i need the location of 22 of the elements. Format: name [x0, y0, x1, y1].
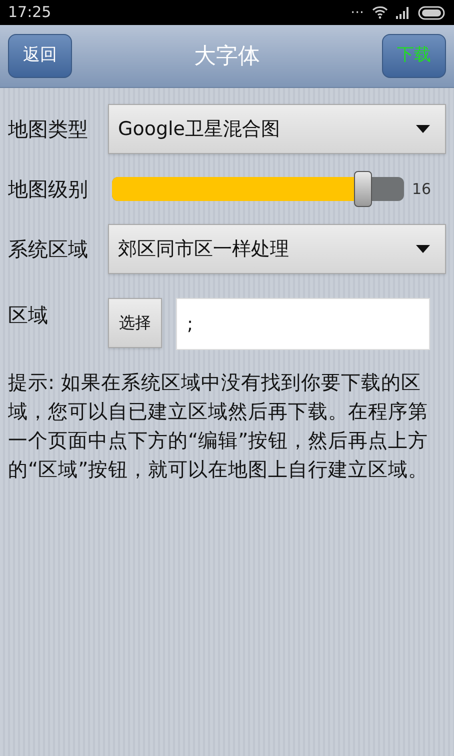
dropdown-arrow-icon — [416, 125, 430, 133]
system-area-dropdown[interactable]: 郊区同市区一样处理 — [108, 224, 446, 274]
signal-icon — [396, 6, 410, 18]
slider-thumb[interactable] — [354, 171, 372, 207]
status-dots: ... — [350, 2, 364, 16]
field-label: 地图类型 — [8, 116, 89, 143]
level-reading: 16 — [412, 178, 432, 200]
wifi-icon — [372, 6, 388, 19]
dropdown-value: Google卫星混合图 — [118, 116, 282, 142]
map-type-dropdown[interactable]: Google卫星混合图 — [108, 104, 446, 154]
hint-text: 提示: 如果在系统区域中没有找到你要下载的区域，您可以自已建立区域然后再下载。在程序第一个页面中点下方的“编辑”按钮，然后再点上方的“区域”按钮，就可以在地图上自行建立区域。 — [8, 370, 430, 483]
battery-icon — [418, 6, 446, 20]
select-button[interactable]: 选择 — [108, 298, 162, 348]
area-input[interactable]: ; — [176, 298, 430, 350]
field-label: 区域 — [8, 302, 49, 329]
field-label: 地图级别 — [8, 176, 89, 203]
back-button[interactable]: 返回 — [8, 34, 72, 78]
status-time: 17:25 — [8, 2, 52, 24]
page-title: 大字体 — [193, 42, 261, 70]
field-label: 系统区域 — [8, 236, 89, 263]
dropdown-arrow-icon — [416, 245, 430, 253]
dropdown-value: 郊区同市区一样处理 — [118, 236, 290, 262]
